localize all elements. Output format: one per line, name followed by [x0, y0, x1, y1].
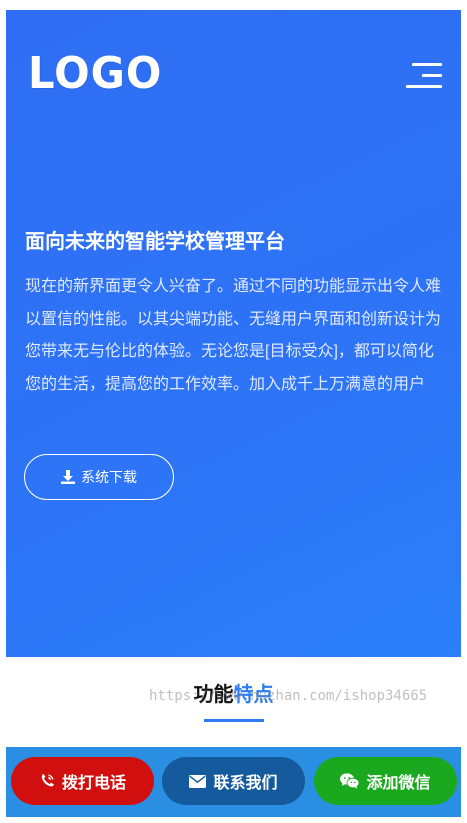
- phone-icon: [41, 774, 54, 787]
- features-underline: [204, 719, 264, 722]
- menu-line-bottom: [406, 85, 442, 88]
- bottom-gutter: [0, 817, 467, 823]
- contact-label: 联系我们: [213, 775, 278, 792]
- top-gutter: [0, 0, 467, 10]
- logo[interactable]: LOGO: [28, 48, 162, 100]
- menu-line-middle: [422, 74, 442, 77]
- call-button[interactable]: 拨打电话: [11, 757, 154, 805]
- wechat-button[interactable]: 添加微信: [314, 757, 457, 805]
- features-section: 功能特点 https://www.huzhan.com/ishop34665: [6, 657, 461, 747]
- download-button[interactable]: 系统下载: [24, 454, 174, 500]
- hamburger-menu-icon[interactable]: [404, 63, 444, 93]
- hero-description: 现在的新界面更令人兴奋了。通过不同的功能显示出令人难以置信的性能。以其尖端功能、…: [25, 278, 442, 393]
- hero-section: LOGO 面向未来的智能学校管理平台 现在的新界面更令人兴奋了。通过不同的功能显…: [6, 10, 461, 657]
- page: LOGO 面向未来的智能学校管理平台 现在的新界面更令人兴奋了。通过不同的功能显…: [0, 0, 467, 823]
- menu-line-top: [412, 63, 442, 66]
- features-title-accent: 特点: [233, 684, 274, 706]
- wechat-icon: [340, 773, 360, 789]
- contact-button[interactable]: 联系我们: [162, 757, 305, 805]
- envelope-icon: [189, 774, 207, 788]
- wechat-label: 添加微信: [366, 775, 431, 792]
- download-label: 系统下载: [81, 469, 137, 485]
- features-title-main: 功能: [193, 684, 234, 706]
- call-label: 拨打电话: [61, 775, 126, 792]
- features-title: 功能特点: [6, 681, 461, 709]
- hero-title: 面向未来的智能学校管理平台: [25, 231, 285, 253]
- bottom-action-bar: 拨打电话 联系我们 添加微信: [6, 747, 461, 817]
- download-icon: [61, 470, 75, 484]
